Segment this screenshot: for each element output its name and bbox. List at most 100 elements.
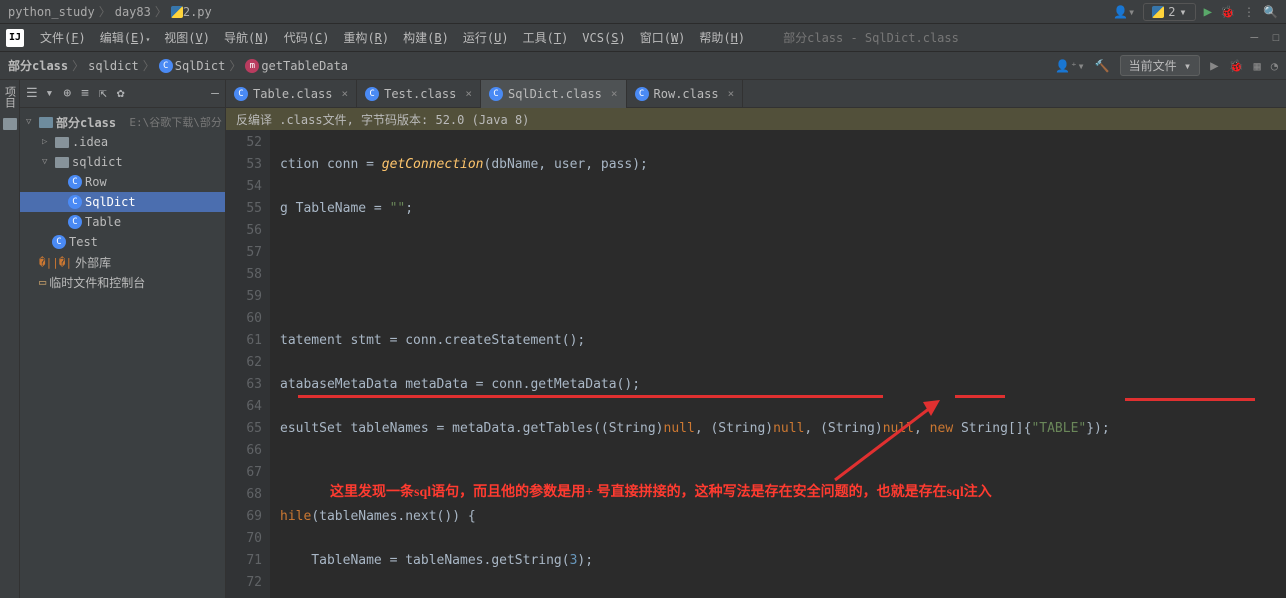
python-icon [171,6,183,18]
class-icon: C [68,195,82,209]
build-button[interactable]: 🔨 [1095,59,1110,73]
menu-bar: IJ 文件(F) 编辑(E)▾ 视图(V) 导航(N) 代码(C) 重构(R) … [0,24,1286,52]
menu-code[interactable]: 代码(C) [278,27,336,48]
nav-crumb[interactable]: getTableData [261,59,348,73]
nav-crumb[interactable]: SqlDict [175,59,226,73]
gear-icon[interactable]: ✿ [117,86,125,101]
expand-icon[interactable]: ⇱ [99,86,107,101]
chevron-icon: 〉 [155,3,167,20]
tree-folder[interactable]: ▷.idea [20,132,225,152]
tree-folder[interactable]: ▽sqldict [20,152,225,172]
menu-file[interactable]: 文件(F) [34,27,92,48]
tree-class-selected[interactable]: CSqlDict [20,192,225,212]
navigation-bar: 部分class 〉 sqldict 〉 C SqlDict 〉 m getTab… [0,52,1286,80]
class-icon: C [234,87,248,101]
menu-navigate[interactable]: 导航(N) [218,27,276,48]
nav-profile-button[interactable]: ◔ [1271,59,1278,73]
class-icon: C [489,87,503,101]
menu-run[interactable]: 运行(U) [457,27,515,48]
nav-crumb[interactable]: 部分class [8,57,68,74]
crumb[interactable]: day83 [115,5,151,19]
close-icon[interactable]: × [465,87,472,100]
tab-test[interactable]: CTest.class× [357,80,481,108]
menu-tools[interactable]: 工具(T) [517,27,575,48]
annotation-arrow [825,400,945,490]
run-config-dropdown[interactable]: 2 ▾ [1143,3,1195,21]
crumb[interactable]: python_study [8,5,95,19]
project-tool-button[interactable]: 项目 [2,86,18,108]
class-icon: C [365,87,379,101]
folder-icon [39,117,53,128]
run-config-label: 2 [1168,5,1175,19]
collapse-icon[interactable]: ≡ [81,86,89,101]
debug-button[interactable]: 🐞 [1220,5,1235,19]
folder-icon [55,157,69,168]
annotation-text: 这里发现一条sql语句，而且他的参数是用+ 号直接拼接的，这种写法是存在安全问题… [330,482,992,504]
class-icon: C [68,175,82,189]
current-file[interactable]: 2.py [183,5,212,19]
annotation-underline [298,395,883,398]
user-icon[interactable]: 👤▾ [1113,5,1135,19]
chevron-icon: 〉 [99,3,111,20]
search-icon[interactable]: 🔍 [1263,5,1278,19]
menu-edit[interactable]: 编辑(E)▾ [94,27,157,48]
tree-class[interactable]: CRow [20,172,225,192]
close-icon[interactable]: × [611,87,618,100]
tab-sqldict[interactable]: CSqlDict.class× [481,80,627,108]
nav-debug-button[interactable]: 🐞 [1229,59,1244,73]
tree-external-lib[interactable]: �||�|外部库 [20,252,225,272]
menu-window[interactable]: 窗口(W) [634,27,692,48]
code-editor[interactable]: 5253545556575859606162636465666768697071… [226,130,1286,598]
user-add-icon[interactable]: 👤⁺▾ [1055,59,1084,73]
ide-logo[interactable]: IJ [6,29,24,47]
folder-icon [55,137,69,148]
chevron-icon: 〉 [143,57,155,74]
editor-tabs: CTable.class× CTest.class× CSqlDict.clas… [226,80,1286,108]
tree-root[interactable]: ▽部分class E:\谷歌下载\部分 [20,112,225,132]
annotation-underline [955,395,1005,398]
tree-class[interactable]: CTable [20,212,225,232]
menu-refactor[interactable]: 重构(R) [337,27,395,48]
editor-area: CTable.class× CTest.class× CSqlDict.clas… [226,80,1286,598]
close-icon[interactable]: × [728,87,735,100]
target-icon[interactable]: ⊕ [63,86,71,101]
chevron-icon: 〉 [229,57,241,74]
scratch-icon: ▭ [39,275,46,289]
chevron-down-icon: ▾ [1179,5,1186,19]
tab-table[interactable]: CTable.class× [226,80,357,108]
top-breadcrumb-bar: python_study 〉 day83 〉 2.py 👤▾ 2 ▾ ▶ 🐞 ⋮… [0,0,1286,24]
menu-help[interactable]: 帮助(H) [693,27,751,48]
hide-icon[interactable]: — [211,86,219,101]
chevron-icon: 〉 [72,57,84,74]
left-tool-strip: 项目 [0,80,20,598]
project-toolbar: ☰ ▾ ⊕ ≡ ⇱ ✿ — [20,80,225,108]
maximize-button[interactable]: ☐ [1272,30,1280,45]
nav-run-button[interactable]: ▶ [1210,58,1218,74]
list-icon[interactable]: ☰ ▾ [26,86,53,101]
minimize-button[interactable]: — [1250,30,1258,45]
menu-vcs[interactable]: VCS(S) [576,29,631,47]
more-actions[interactable]: ⋮ [1243,5,1255,19]
project-tree: ▽部分class E:\谷歌下载\部分 ▷.idea ▽sqldict CRow… [20,108,225,296]
project-panel: ☰ ▾ ⊕ ≡ ⇱ ✿ — ▽部分class E:\谷歌下载\部分 ▷.idea… [20,80,226,598]
decompile-banner: 反编译 .class文件, 字节码版本: 52.0 (Java 8) [226,108,1286,130]
tree-scratches[interactable]: ▭临时文件和控制台 [20,272,225,292]
run-button[interactable]: ▶ [1204,4,1212,20]
nav-coverage-button[interactable]: ▦ [1254,59,1261,73]
library-icon: �||�| [39,256,72,269]
class-icon: C [52,235,66,249]
menu-build[interactable]: 构建(B) [397,27,455,48]
folder-icon[interactable] [3,118,17,130]
window-title: 部分class - SqlDict.class [783,29,959,46]
menu-view[interactable]: 视图(V) [158,27,216,48]
tree-class[interactable]: CTest [20,232,225,252]
nav-run-config[interactable]: 当前文件 ▾ [1120,55,1200,76]
close-icon[interactable]: × [341,87,348,100]
nav-crumb[interactable]: sqldict [88,59,139,73]
class-icon: C [68,215,82,229]
annotation-underline [1125,398,1255,401]
tab-row[interactable]: CRow.class× [627,80,744,108]
source[interactable]: ction conn = getConnection(dbName, user,… [270,130,1286,598]
class-icon: C [635,87,649,101]
class-icon: C [159,59,173,73]
